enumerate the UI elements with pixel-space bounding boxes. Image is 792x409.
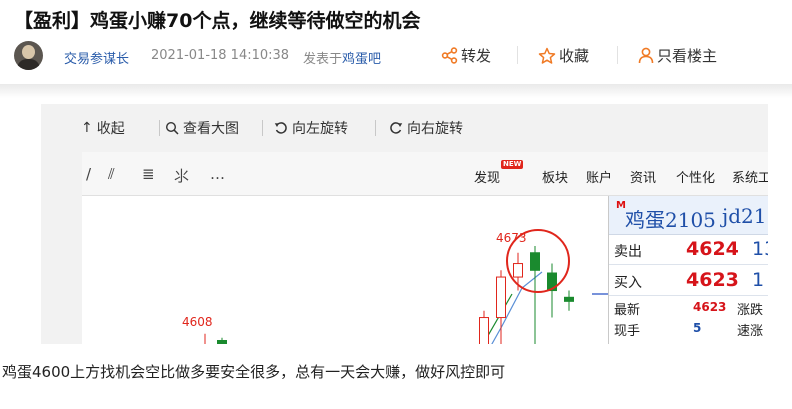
avatar[interactable]	[14, 41, 43, 70]
high-label-4608: 4608	[182, 315, 213, 329]
favorite-label: 收藏	[559, 47, 590, 65]
author-only-button[interactable]: 只看楼主	[638, 45, 717, 66]
trading-menubar: / ⫽ ≣ ⺢ … 发现 NEW 板块 账户 资讯 个性化 系统工	[82, 152, 768, 196]
speed-label: 速涨	[737, 324, 764, 339]
quote-header: M 鸡蛋2105 jd21	[609, 196, 768, 235]
draw-tool-lines: ≣	[142, 165, 155, 183]
share-icon	[441, 47, 458, 64]
rotate-right-button[interactable]: 向右旋转	[389, 118, 463, 138]
change-label: 涨跌	[737, 303, 764, 318]
posted-in: 发表于鸡蛋吧	[303, 48, 381, 67]
post-caption: 鸡蛋4600上方找机会空比做多要安全很多，总有一天会大赚，做好风控即可	[2, 363, 506, 381]
share-label: 转发	[461, 47, 492, 65]
author-link[interactable]: 交易参谋长	[64, 48, 129, 67]
candle-body	[564, 296, 574, 302]
bid-row: 买入 4623 1	[609, 266, 768, 296]
high-label-4673: 4673	[496, 231, 527, 245]
draw-tool-more: …	[210, 165, 225, 183]
viewer-toolbar: ↑ 收起 查看大图 向左旋转 向右旋转	[41, 104, 768, 152]
candle-body	[479, 317, 489, 344]
candle-body	[530, 252, 540, 271]
header-divider	[0, 84, 792, 98]
post-timestamp: 2021-01-18 14:10:38	[151, 48, 290, 63]
collapse-button[interactable]: ↑ 收起	[81, 118, 125, 138]
view-large-label: 查看大图	[183, 121, 239, 137]
rotate-left-label: 向左旋转	[292, 121, 348, 137]
second-label: 现手	[614, 324, 641, 339]
rotate-left-icon	[274, 122, 287, 134]
user-icon	[638, 47, 654, 64]
candle-body	[217, 340, 227, 344]
image-viewer: ↑ 收起 查看大图 向左旋转 向右旋转 / ⫽ ≣ ⺢ … 发现 NEW 板块 …	[41, 104, 768, 344]
rotate-right-label: 向右旋转	[407, 121, 463, 137]
bid-volume: 1	[752, 269, 765, 291]
view-large-button[interactable]: 查看大图	[165, 118, 239, 138]
second-value: 5	[693, 321, 702, 335]
contract-name: 鸡蛋2105	[625, 208, 716, 232]
forum-link[interactable]: 鸡蛋吧	[342, 52, 381, 67]
draw-tool-fan: ⺢	[174, 167, 190, 185]
magnifier-icon	[165, 121, 179, 135]
last-label: 最新	[614, 303, 641, 318]
collapse-label: 收起	[96, 121, 125, 137]
draw-tool-line: /	[86, 165, 92, 183]
candlestick-chart: 4608 4673	[182, 229, 608, 344]
new-badge: NEW	[501, 160, 524, 169]
ask-row: 卖出 4624 13	[609, 235, 768, 265]
menu-sectors: 板块	[542, 171, 569, 186]
candle-body	[513, 263, 523, 278]
draw-tool-parallel: ⫽	[108, 165, 115, 183]
ask-price: 4624	[686, 238, 739, 260]
bid-price: 4623	[686, 269, 739, 291]
menu-news: 资讯	[630, 171, 657, 186]
menu-personalize: 个性化	[676, 171, 716, 186]
trading-screenshot: / ⫽ ≣ ⺢ … 发现 NEW 板块 账户 资讯 个性化 系统工 4608 46…	[82, 152, 768, 344]
menu-system: 系统工	[732, 171, 768, 186]
bid-label: 买入	[614, 275, 642, 291]
menu-account: 账户	[586, 171, 613, 186]
quote-panel: M 鸡蛋2105 jd21 卖出 4624 13 买入 4623 1 最新 46…	[608, 196, 768, 344]
rotate-left-button[interactable]: 向左旋转	[274, 118, 348, 138]
ask-label: 卖出	[614, 244, 642, 260]
post-title: 【盈利】鸡蛋小赚70个点，继续等待做空的机会	[14, 10, 421, 32]
rotate-right-icon	[390, 122, 403, 134]
last-price: 4623	[693, 300, 727, 314]
star-icon	[538, 47, 556, 64]
candle-body	[496, 276, 506, 319]
share-button[interactable]: 转发	[441, 45, 491, 66]
ask-volume: 13	[752, 238, 768, 260]
posted-in-prefix: 发表于	[303, 52, 343, 67]
contract-code: jd21	[722, 204, 767, 228]
favorite-button[interactable]: 收藏	[538, 45, 589, 66]
author-only-label: 只看楼主	[657, 47, 718, 65]
menu-discover: 发现	[474, 171, 501, 186]
collapse-icon: ↑	[81, 120, 93, 136]
